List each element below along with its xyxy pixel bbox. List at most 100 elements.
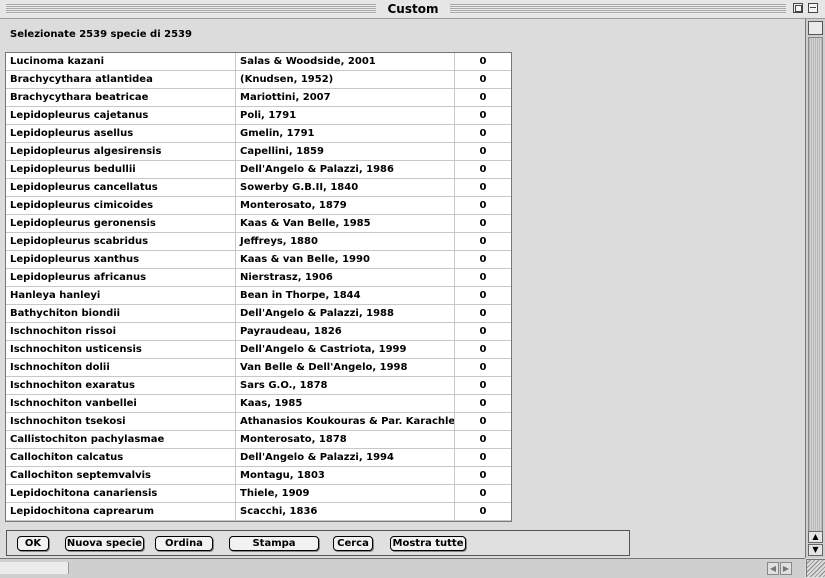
table-row[interactable]: Ischnochiton tsekosi Athanasios Koukouras… [6, 413, 511, 431]
species-name: Lepidopleurus xanthus [6, 251, 236, 268]
table-row[interactable]: Lepidopleurus bedullii Dell'Angelo & Pala… [6, 161, 511, 179]
species-count: 0 [479, 164, 487, 175]
species-author: Montagu, 1803 [236, 467, 455, 484]
table-row[interactable]: Brachycythara atlantidea (Knudsen, 1952) 0 [6, 71, 511, 89]
table-row[interactable]: Lepidopleurus xanthus Kaas & van Belle, 1… [6, 251, 511, 269]
species-count: 0 [479, 236, 487, 247]
table-row[interactable]: Lepidopleurus cimicoides Monterosato, 187… [6, 197, 511, 215]
species-author: Salas & Woodside, 2001 [236, 53, 455, 70]
species-name: Ischnochiton tsekosi [6, 413, 236, 430]
collapse-box-icon[interactable] [808, 3, 818, 13]
species-author: Monterosato, 1878 [236, 431, 455, 448]
species-count: 0 [479, 488, 487, 499]
species-count: 0 [479, 470, 487, 481]
resize-grip[interactable] [806, 559, 825, 577]
species-name: Lepidopleurus cimicoides [6, 197, 236, 214]
search-button[interactable]: Cerca [333, 536, 373, 551]
species-name: Lepidopleurus geronensis [6, 215, 236, 232]
species-name: Lepidopleurus cajetanus [6, 107, 236, 124]
species-name: Ischnochiton vanbellei [6, 395, 236, 412]
species-count: 0 [479, 506, 487, 517]
species-count: 0 [479, 344, 487, 355]
species-author: Van Belle & Dell'Angelo, 1998 [236, 359, 455, 376]
species-name: Lepidopleurus africanus [6, 269, 236, 286]
window-title: Custom [384, 1, 442, 17]
table-row[interactable]: Callochiton septemvalvis Montagu, 1803 0 [6, 467, 511, 485]
table-row[interactable]: Ischnochiton vanbellei Kaas, 1985 0 [6, 395, 511, 413]
species-name: Lepidopleurus algesirensis [6, 143, 236, 160]
species-name: Ischnochiton dolii [6, 359, 236, 376]
table-row[interactable]: Callochiton calcatus Dell'Angelo & Palazz… [6, 449, 511, 467]
species-count: 0 [479, 326, 487, 337]
zoom-box-icon[interactable] [793, 3, 803, 13]
table-row[interactable]: Bathychiton biondii Dell'Angelo & Palazzi… [6, 305, 511, 323]
new-species-button[interactable]: Nuova specie [65, 536, 144, 551]
print-button[interactable]: Stampa [229, 536, 319, 551]
table-row[interactable]: Lepidopleurus cajetanus Poli, 1791 0 [6, 107, 511, 125]
horizontal-scroll-area [0, 562, 69, 574]
species-name: Lepidopleurus bedullii [6, 161, 236, 178]
species-name: Ischnochiton usticensis [6, 341, 236, 358]
table-row[interactable]: Lepidopleurus asellus Gmelin, 1791 0 [6, 125, 511, 143]
table-row[interactable]: Lucinoma kazani Salas & Woodside, 2001 0 [6, 53, 511, 71]
selection-summary: Selezionate 2539 specie di 2539 [10, 29, 192, 40]
table-row[interactable]: Ischnochiton exaratus Sars G.O., 1878 0 [6, 377, 511, 395]
table-row[interactable]: Lepidopleurus algesirensis Capellini, 185… [6, 143, 511, 161]
title-bar-stripes-right [450, 4, 786, 14]
species-author: Athanasios Koukouras & Par. Karachle [236, 413, 455, 430]
table-row[interactable]: Ischnochiton rissoi Payraudeau, 1826 0 [6, 323, 511, 341]
species-count: 0 [479, 218, 487, 229]
table-row[interactable]: Lepidochitona caprearum Scacchi, 1836 0 [6, 503, 511, 521]
species-name: Callochiton septemvalvis [6, 467, 236, 484]
species-name: Callochiton calcatus [6, 449, 236, 466]
species-author: Kaas & van Belle, 1990 [236, 251, 455, 268]
ok-button[interactable]: OK [17, 536, 49, 551]
species-author: Poli, 1791 [236, 107, 455, 124]
horizontal-scrollbar[interactable]: ◀ ▶ [0, 558, 805, 578]
species-author: Capellini, 1859 [236, 143, 455, 160]
table-row[interactable]: Lepidopleurus scabridus Jeffreys, 1880 0 [6, 233, 511, 251]
button-bar: OK Nuova specie Ordina Stampa Cerca Most… [6, 530, 630, 556]
window-content: Selezionate 2539 specie di 2539 Lucinoma… [0, 19, 805, 558]
table-row[interactable]: Lepidopleurus africanus Nierstrasz, 1906 0 [6, 269, 511, 287]
table-row[interactable]: Callistochiton pachylasmae Monterosato, 1… [6, 431, 511, 449]
scroll-track[interactable] [808, 37, 823, 542]
table-row[interactable]: Hanleya hanleyi Bean in Thorpe, 1844 0 [6, 287, 511, 305]
species-author: (Knudsen, 1952) [236, 71, 455, 88]
species-name: Brachycythara beatricae [6, 89, 236, 106]
species-count: 0 [479, 416, 487, 427]
table-row[interactable]: Brachycythara beatricae Mariottini, 2007 0 [6, 89, 511, 107]
species-name: Ischnochiton exaratus [6, 377, 236, 394]
species-author: Dell'Angelo & Palazzi, 1994 [236, 449, 455, 466]
species-author: Sowerby G.B.II, 1840 [236, 179, 455, 196]
species-count: 0 [479, 146, 487, 157]
table-row[interactable]: Lepidopleurus geronensis Kaas & Van Belle… [6, 215, 511, 233]
species-name: Bathychiton biondii [6, 305, 236, 322]
species-count: 0 [479, 308, 487, 319]
table-row[interactable]: Ischnochiton usticensis Dell'Angelo & Cas… [6, 341, 511, 359]
species-count: 0 [479, 254, 487, 265]
show-all-button[interactable]: Mostra tutte [390, 536, 466, 551]
table-row[interactable]: Ischnochiton dolii Van Belle & Dell'Angel… [6, 359, 511, 377]
vertical-scrollbar[interactable]: ▲ ▼ [805, 19, 825, 558]
arrow-up-icon[interactable]: ▲ [808, 531, 823, 543]
table-row[interactable]: Lepidopleurus cancellatus Sowerby G.B.II,… [6, 179, 511, 197]
arrow-left-icon[interactable]: ◀ [767, 562, 779, 575]
species-count: 0 [479, 110, 487, 121]
species-count: 0 [479, 56, 487, 67]
scroll-thumb[interactable] [808, 21, 823, 35]
arrow-down-icon[interactable]: ▼ [808, 544, 823, 556]
species-count: 0 [479, 452, 487, 463]
sort-button[interactable]: Ordina [155, 536, 213, 551]
species-author: Dell'Angelo & Castriota, 1999 [236, 341, 455, 358]
species-table[interactable]: Lucinoma kazani Salas & Woodside, 2001 0 Br… [5, 52, 512, 522]
table-row[interactable]: Lepidochitona canariensis Thiele, 1909 0 [6, 485, 511, 503]
species-count: 0 [479, 92, 487, 103]
species-count: 0 [479, 182, 487, 193]
title-bar[interactable]: Custom [0, 0, 825, 19]
arrow-right-icon[interactable]: ▶ [780, 562, 792, 575]
species-count: 0 [479, 200, 487, 211]
species-count: 0 [479, 128, 487, 139]
species-name: Hanleya hanleyi [6, 287, 236, 304]
species-author: Scacchi, 1836 [236, 503, 455, 520]
